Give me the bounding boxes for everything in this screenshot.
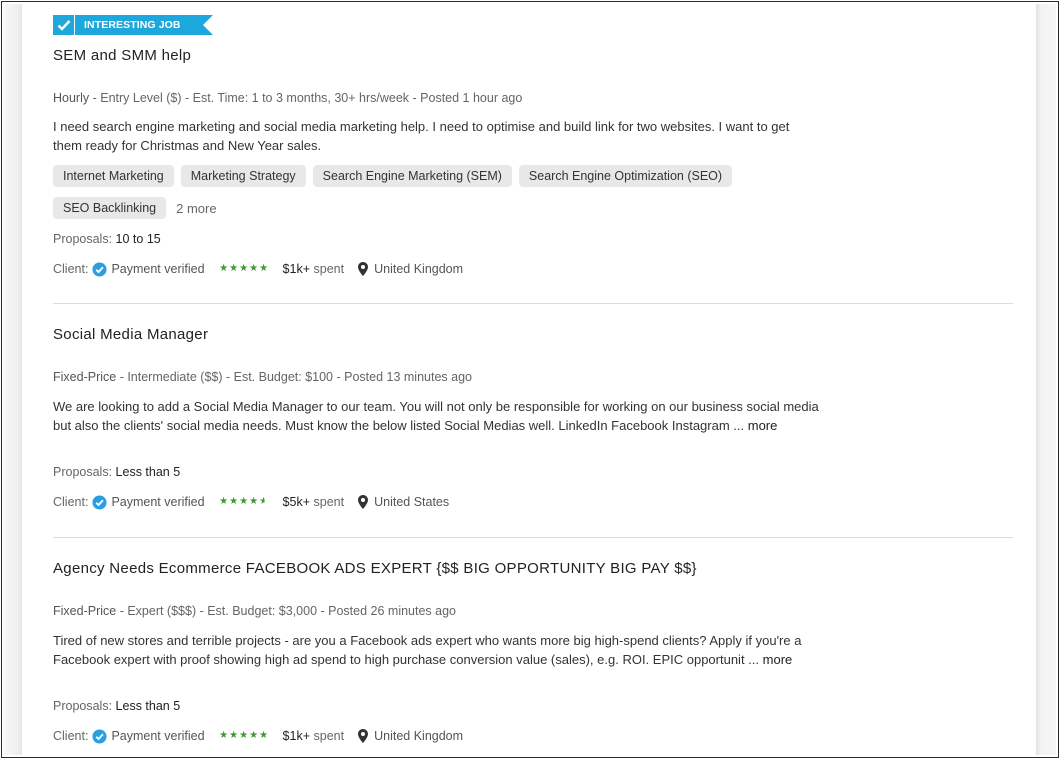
job-feed: INTERESTING JOB SEM and SMM help Hourly … (22, 4, 1036, 755)
job-title[interactable]: Agency Needs Ecommerce FACEBOOK ADS EXPE… (53, 560, 697, 577)
job-type: Fixed-Price (53, 604, 117, 618)
star-icon: ★ (219, 730, 229, 741)
job-tile[interactable]: INTERESTING JOB SEM and SMM help Hourly … (53, 4, 1013, 304)
job-meta: Fixed-Price - Intermediate ($$) - Est. B… (53, 370, 472, 384)
client-location: United States (358, 495, 449, 509)
star-icon: ★ (259, 263, 269, 274)
star-icon: ★ (229, 263, 239, 274)
client-spent: $5k+ spent (282, 495, 345, 509)
star-icon: ★ (219, 263, 229, 274)
client-rating: ★ ★ ★ ★ ★ (219, 264, 269, 274)
star-icon: ★ (219, 496, 229, 507)
proposals: Proposals: 10 to 15 (53, 232, 161, 246)
badge-ribbon-tail (203, 15, 213, 35)
proposals-count: Less than 5 (115, 699, 181, 713)
job-tile[interactable]: Agency Needs Ecommerce FACEBOOK ADS EXPE… (53, 538, 1013, 768)
star-icon: ★ (249, 496, 259, 507)
job-description: We are looking to add a Social Media Man… (53, 399, 819, 433)
posted-time: Posted 1 hour ago (420, 91, 523, 105)
proposals-count: Less than 5 (115, 465, 181, 479)
job-meta: Hourly - Entry Level ($) - Est. Time: 1 … (53, 91, 523, 105)
posted-time: Posted 13 minutes ago (344, 370, 472, 384)
client-label: Client: (53, 729, 89, 743)
star-icon: ★ (259, 730, 269, 741)
star-icon: ★ (229, 496, 239, 507)
experience-level: Intermediate ($$) (127, 370, 223, 384)
more-link[interactable]: more (748, 418, 778, 433)
verified-icon (92, 261, 107, 277)
job-estimate: Est. Budget: $3,000 (207, 604, 318, 618)
client-label: Client: (53, 262, 89, 276)
star-icon: ★ (249, 263, 259, 274)
job-description: Tired of new stores and terrible project… (53, 633, 802, 667)
interesting-job-badge: INTERESTING JOB (53, 15, 217, 35)
job-type: Fixed-Price (53, 370, 117, 384)
client-location: United Kingdom (358, 729, 463, 743)
verified-icon (92, 728, 107, 744)
star-icon: ★ (239, 263, 249, 274)
location-pin-icon (358, 495, 369, 509)
client-location: United Kingdom (358, 262, 463, 276)
check-icon (53, 15, 75, 35)
star-icon: ★ (249, 730, 259, 741)
star-icon: ★ (259, 496, 269, 507)
skill-tag[interactable]: Search Engine Optimization (SEO) (518, 165, 733, 187)
skill-tag[interactable]: Marketing Strategy (180, 165, 306, 187)
posted-time: Posted 26 minutes ago (328, 604, 457, 618)
client-label: Client: (53, 495, 89, 509)
client-spent: $1k+ spent (282, 262, 345, 276)
star-icon: ★ (239, 496, 249, 507)
experience-level: Expert ($$$) (127, 604, 197, 618)
client-rating: ★ ★ ★ ★ ★ (219, 731, 269, 741)
skills-list: Internet Marketing Marketing Strategy Se… (53, 165, 853, 229)
window-frame: INTERESTING JOB SEM and SMM help Hourly … (1, 1, 1059, 758)
job-type: Hourly (53, 91, 90, 105)
proposals-count: 10 to 15 (115, 232, 161, 246)
payment-verified: Payment verified (111, 262, 205, 276)
proposals: Proposals: Less than 5 (53, 465, 181, 479)
star-icon: ★ (239, 730, 249, 741)
client-info: Client: Payment verified ★ ★ ★ ★ ★ $1k+ spen… (53, 727, 463, 745)
client-rating: ★ ★ ★ ★ ★ (219, 497, 269, 507)
job-description: I need search engine marketing and socia… (53, 119, 790, 153)
more-link[interactable]: more (763, 652, 793, 667)
star-icon: ★ (229, 730, 239, 741)
badge-label: INTERESTING JOB (84, 19, 181, 31)
location-pin-icon (358, 262, 369, 276)
payment-verified: Payment verified (111, 495, 205, 509)
job-tile[interactable]: Social Media Manager Fixed-Price - Inter… (53, 304, 1013, 538)
job-estimate: Est. Time: 1 to 3 months, 30+ hrs/week (192, 91, 410, 105)
proposals: Proposals: Less than 5 (53, 699, 181, 713)
job-title[interactable]: SEM and SMM help (53, 47, 191, 64)
right-scroll-gutter[interactable] (1036, 4, 1056, 755)
more-skills-link[interactable]: 2 more (176, 201, 216, 216)
skill-tag[interactable]: Internet Marketing (53, 165, 174, 187)
experience-level: Entry Level ($) (100, 91, 182, 105)
job-title[interactable]: Social Media Manager (53, 326, 208, 343)
client-spent: $1k+ spent (282, 729, 345, 743)
skill-tag[interactable]: Search Engine Marketing (SEM) (312, 165, 512, 187)
skill-tag[interactable]: SEO Backlinking (53, 197, 167, 219)
job-estimate: Est. Budget: $100 (233, 370, 334, 384)
client-info: Client: Payment verified ★ ★ ★ ★ ★ $1k+ spen… (53, 260, 463, 278)
client-info: Client: Payment verified ★ ★ ★ ★ ★ $5k+ spen… (53, 493, 449, 511)
payment-verified: Payment verified (111, 729, 205, 743)
left-gutter (4, 4, 22, 755)
location-pin-icon (358, 729, 369, 743)
job-meta: Fixed-Price - Expert ($$$) - Est. Budget… (53, 604, 457, 618)
verified-icon (92, 494, 107, 510)
